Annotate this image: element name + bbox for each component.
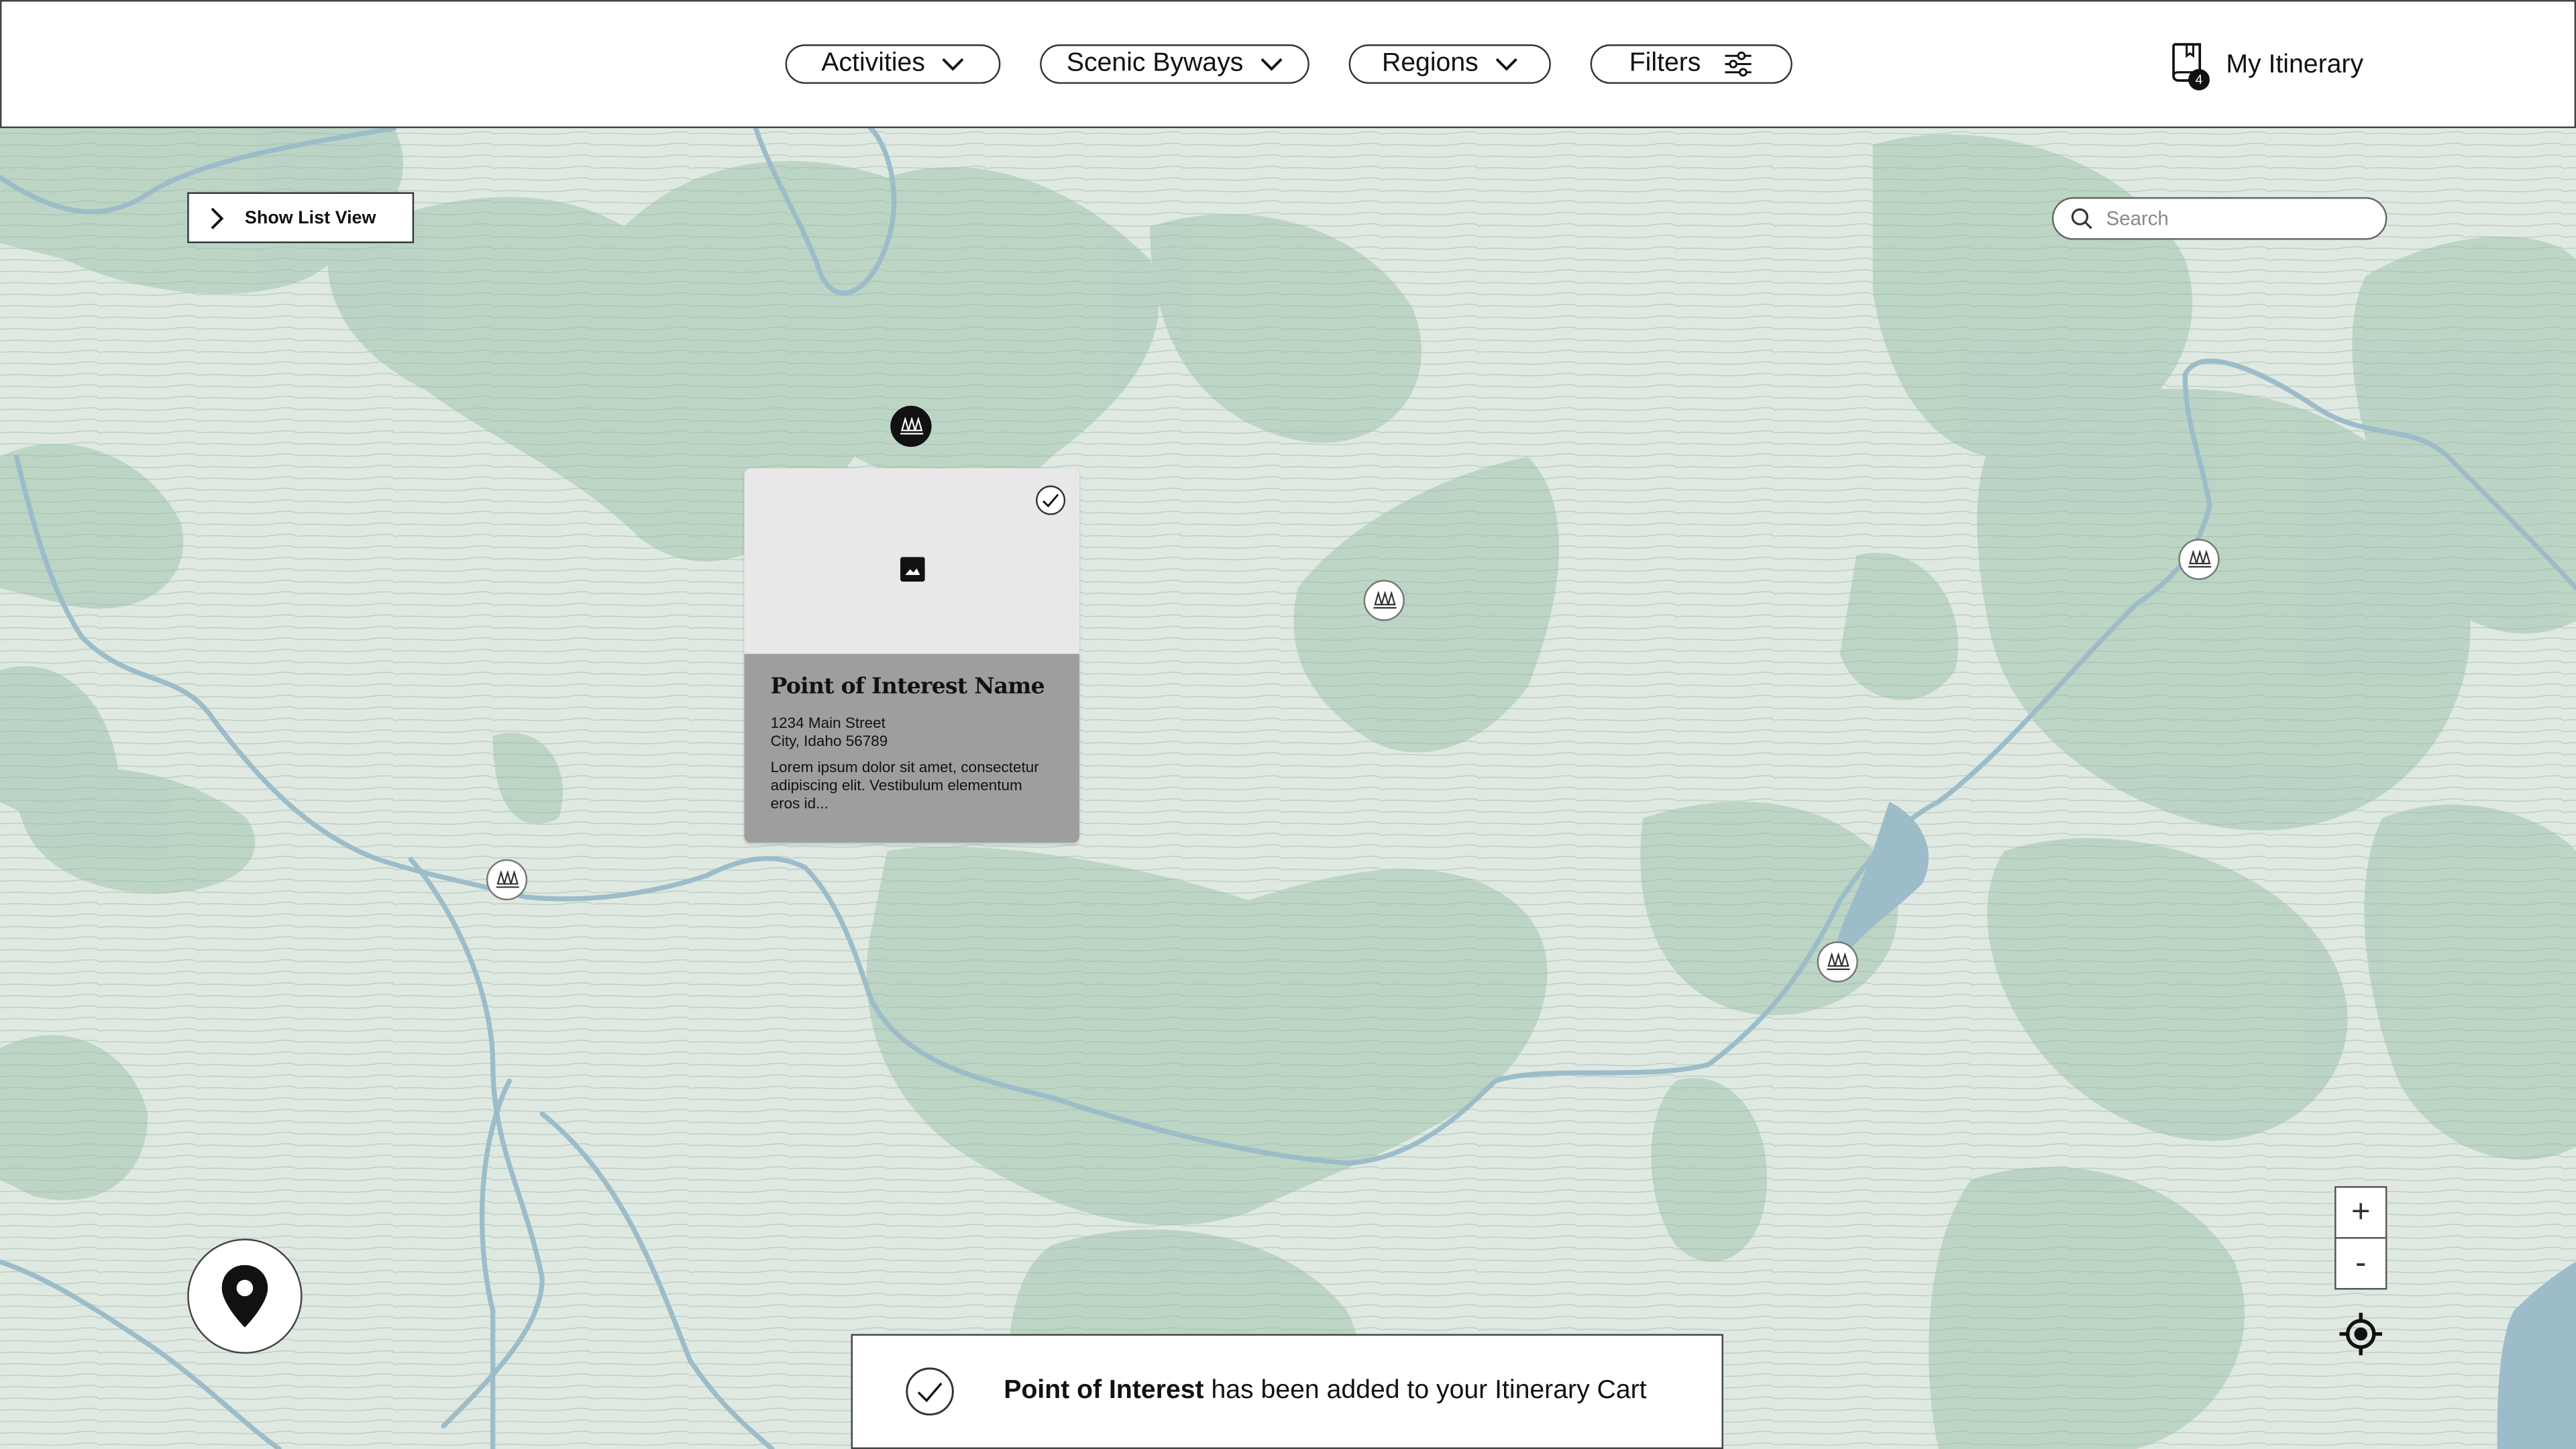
- filters-label: Filters: [1629, 49, 1701, 78]
- map-pin-icon: [221, 1265, 268, 1328]
- image-icon: [900, 557, 925, 582]
- zoom-in-button[interactable]: +: [2334, 1186, 2387, 1239]
- scenic-byways-label: Scenic Byways: [1066, 49, 1244, 78]
- itinerary-count-badge: 4: [2188, 68, 2210, 91]
- poi-marker[interactable]: [1817, 941, 1858, 983]
- chevron-down-icon: [1260, 57, 1283, 70]
- poi-popup-card[interactable]: Point of Interest Name 1234 Main Street …: [744, 468, 1079, 843]
- zoom-in-label: +: [2351, 1193, 2371, 1230]
- search-input[interactable]: [2106, 207, 2353, 230]
- poi-title: Point of Interest Name: [770, 674, 1045, 700]
- locate-me-icon[interactable]: [2339, 1312, 2383, 1356]
- campground-icon: [2187, 549, 2211, 567]
- toast-message: Point of Interest has been added to your…: [1004, 1377, 1646, 1406]
- itinerary-toast: Point of Interest has been added to your…: [851, 1334, 1724, 1449]
- itinerary-book-icon: 4: [2170, 41, 2210, 91]
- regions-label: Regions: [1381, 49, 1479, 78]
- activities-dropdown[interactable]: Activities: [785, 44, 1001, 84]
- poi-address-line1: 1234 Main Street: [770, 714, 885, 731]
- activities-label: Activities: [821, 49, 925, 78]
- poi-description: Lorem ipsum dolor sit amet, consectetur …: [770, 759, 1039, 812]
- top-navigation-bar: Activities Scenic Byways Regions Filters…: [0, 0, 2576, 129]
- poi-image-placeholder: [744, 468, 1079, 654]
- app-stage: Activities Scenic Byways Regions Filters…: [0, 0, 2576, 1449]
- poi-details: Point of Interest Name 1234 Main Street …: [744, 653, 1079, 843]
- added-check-icon[interactable]: [1035, 484, 1067, 516]
- chevron-down-icon: [1495, 57, 1517, 70]
- my-itinerary-label: My Itinerary: [2226, 50, 2364, 79]
- zoom-out-label: -: [2355, 1244, 2367, 1281]
- campground-icon: [899, 416, 923, 434]
- toast-bold: Point of Interest: [1004, 1377, 1204, 1405]
- toast-rest: has been added to your Itinerary Cart: [1203, 1377, 1647, 1405]
- poi-marker[interactable]: [486, 859, 528, 901]
- poi-marker[interactable]: [1363, 580, 1405, 621]
- success-check-icon: [906, 1367, 954, 1416]
- poi-address: 1234 Main Street City, Idaho 56789: [771, 714, 1053, 751]
- sliders-icon: [1725, 51, 1752, 77]
- filters-button[interactable]: Filters: [1590, 44, 1792, 84]
- chevron-down-icon: [942, 57, 964, 70]
- search-icon: [2071, 208, 2092, 229]
- campground-icon: [1373, 590, 1396, 608]
- location-pin-button[interactable]: [187, 1238, 303, 1354]
- campground-icon: [1826, 952, 1849, 969]
- poi-marker[interactable]: [2178, 539, 2220, 580]
- show-list-view-label: Show List View: [244, 207, 376, 228]
- my-itinerary-button[interactable]: 4 My Itinerary: [2170, 41, 2364, 91]
- map-search-box[interactable]: [2051, 197, 2387, 240]
- topographic-map[interactable]: [0, 125, 2576, 1449]
- show-list-view-button[interactable]: Show List View: [187, 192, 415, 244]
- scenic-byways-dropdown[interactable]: Scenic Byways: [1040, 44, 1309, 84]
- chevron-right-icon: [211, 207, 224, 229]
- regions-dropdown[interactable]: Regions: [1348, 44, 1551, 84]
- poi-address-line2: City, Idaho 56789: [770, 733, 888, 749]
- map-graphic: [0, 125, 2576, 1449]
- campground-icon: [495, 869, 519, 888]
- poi-marker-selected[interactable]: [890, 405, 932, 447]
- zoom-out-button[interactable]: -: [2334, 1237, 2387, 1290]
